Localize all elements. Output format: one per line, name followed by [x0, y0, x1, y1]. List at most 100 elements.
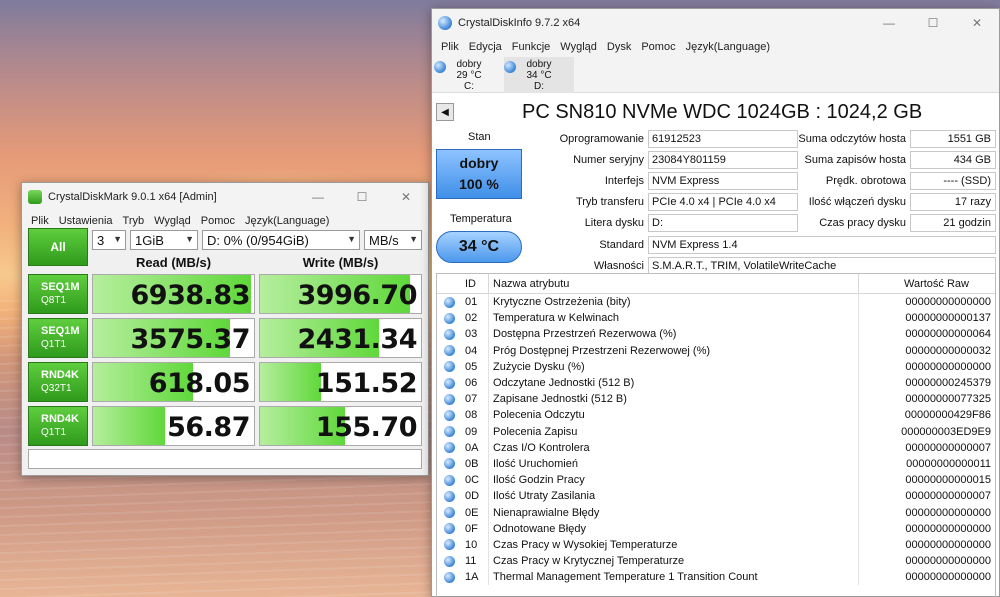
- maximize-icon[interactable]: ☐: [340, 183, 384, 211]
- menu-plik[interactable]: Plik: [26, 215, 54, 227]
- previous-disk-button[interactable]: ◀: [436, 103, 454, 121]
- menu-edycja[interactable]: Edycja: [464, 41, 507, 53]
- drive-tabs: dobry 29 °C C: dobry 34 °C D:: [432, 57, 999, 93]
- maximize-icon[interactable]: ☐: [911, 9, 955, 37]
- status-dot-icon: [437, 377, 461, 389]
- attr-id: 03: [461, 326, 489, 343]
- menu-wyglad[interactable]: Wygląd: [555, 41, 602, 53]
- read-result: 56.87: [92, 406, 255, 446]
- menu-funkcje[interactable]: Funkcje: [507, 41, 556, 53]
- table-row[interactable]: 02 Temperatura w Kelwinach 00000000000137: [437, 310, 995, 327]
- write-result: 2431.34: [259, 318, 422, 358]
- count-select[interactable]: 3 ▼: [92, 230, 126, 250]
- size-select[interactable]: 1GiB ▼: [130, 230, 198, 250]
- menu-tryb[interactable]: Tryb: [118, 215, 150, 227]
- unit-select[interactable]: MB/s ▼: [364, 230, 422, 250]
- drive-letter: C:: [464, 81, 474, 92]
- attr-raw: 00000000000000: [905, 538, 991, 551]
- test-label-2: Q32T1: [41, 383, 72, 394]
- close-icon[interactable]: ✕: [955, 9, 999, 37]
- attr-name: Temperatura w Kelwinach: [489, 310, 859, 327]
- health-status: dobry: [459, 155, 499, 171]
- cdm-titlebar[interactable]: CrystalDiskMark 9.0.1 x64 [Admin] — ☐ ✕: [22, 183, 428, 211]
- table-row[interactable]: 05 Zużycie Dysku (%) 00000000000000: [437, 358, 995, 375]
- table-row[interactable]: 0D Ilość Utraty Zasilania 00000000000007: [437, 488, 995, 505]
- read-header: Read (MB/s): [135, 255, 212, 270]
- close-icon[interactable]: ✕: [384, 183, 428, 211]
- drive-status-icon: [434, 61, 446, 73]
- triangle-left-icon: ◀: [441, 106, 449, 118]
- health-status-button[interactable]: dobry 100 %: [436, 149, 522, 199]
- table-row[interactable]: 04 Próg Dostępnej Przestrzeni Rezerwowej …: [437, 342, 995, 359]
- attr-name: Odnotowane Błędy: [489, 520, 859, 537]
- info-label: Tryb transferu: [575, 196, 644, 208]
- attr-id: 0A: [461, 439, 489, 456]
- write-value: 2431.34: [297, 324, 418, 355]
- table-row[interactable]: 0E Nienaprawialne Błędy 00000000000000: [437, 504, 995, 521]
- read-bar: [93, 407, 166, 445]
- test-button-seq1m-q8t1[interactable]: SEQ1M Q8T1: [28, 274, 88, 314]
- info-label: Numer seryjny: [573, 154, 644, 166]
- attr-name: Próg Dostępnej Przestrzeni Rezerwowej (%…: [489, 342, 859, 359]
- table-row[interactable]: 1A Thermal Management Temperature 1 Trans…: [437, 569, 995, 586]
- table-row[interactable]: 0B Ilość Uruchomień 00000000000011: [437, 455, 995, 473]
- cdm-app-icon: [28, 190, 42, 204]
- test-button-rnd4k-q32t1[interactable]: RND4K Q32T1: [28, 362, 88, 402]
- status-dot-icon: [437, 539, 461, 551]
- column-id[interactable]: ID: [461, 274, 489, 293]
- crystaldiskmark-window: CrystalDiskMark 9.0.1 x64 [Admin] — ☐ ✕ …: [21, 182, 429, 476]
- minimize-icon[interactable]: —: [867, 9, 911, 37]
- crystaldiskinfo-window: CrystalDiskInfo 9.7.2 x64 — ☐ ✕ Plik Edy…: [431, 8, 1000, 597]
- attr-raw: 00000000000032: [905, 344, 991, 357]
- table-row[interactable]: 08 Polecenia Odczytu 00000000429F86: [437, 407, 995, 424]
- write-result: 3996.70: [259, 274, 422, 314]
- menu-ustawienia[interactable]: Ustawienia: [54, 215, 118, 227]
- column-name[interactable]: Nazwa atrybutu: [489, 274, 859, 293]
- table-row[interactable]: 07 Zapisane Jednostki (512 B) 000000000773…: [437, 391, 995, 408]
- table-row[interactable]: 03 Dostępna Przestrzeń Rezerwowa (%) 00000…: [437, 326, 995, 343]
- table-row[interactable]: 0F Odnotowane Błędy 00000000000000: [437, 520, 995, 537]
- attr-raw: 00000000000015: [905, 474, 991, 487]
- comment-field[interactable]: [28, 449, 422, 469]
- menu-wyglad[interactable]: Wygląd: [149, 215, 196, 227]
- test-label-2: Q1T1: [41, 427, 67, 438]
- temperature-label: Temperatura: [450, 213, 512, 225]
- drive-tab-d[interactable]: dobry 34 °C D:: [504, 57, 574, 93]
- attr-name: Odczytane Jednostki (512 B): [489, 374, 859, 392]
- drive-temp: 34 °C: [526, 70, 552, 81]
- table-row[interactable]: 0A Czas I/O Kontrolera 00000000000007: [437, 439, 995, 456]
- column-raw[interactable]: Wartość Raw: [859, 278, 995, 290]
- attr-raw: 000000003ED9E9: [901, 425, 991, 438]
- minimize-icon[interactable]: —: [296, 183, 340, 211]
- attr-raw: 00000000000000: [905, 571, 991, 584]
- drive-value: D: 0% (0/954GiB): [207, 232, 309, 248]
- all-button[interactable]: All: [28, 228, 88, 266]
- attr-name: Krytyczne Ostrzeżenia (bity): [489, 294, 859, 311]
- test-button-seq1m-q1t1[interactable]: SEQ1M Q1T1: [28, 318, 88, 358]
- table-row[interactable]: 11 Czas Pracy w Krytycznej Temperaturze 00…: [437, 553, 995, 570]
- drive-tab-c[interactable]: dobry 29 °C C:: [434, 57, 504, 93]
- table-row[interactable]: 01 Krytyczne Ostrzeżenia (bity) 0000000000…: [437, 294, 995, 311]
- menu-language[interactable]: Język(Language): [240, 215, 334, 227]
- menu-pomoc[interactable]: Pomoc: [196, 215, 240, 227]
- smart-attribute-table[interactable]: ID Nazwa atrybutu Wartość Raw 01 Krytyczn…: [436, 273, 996, 597]
- test-label-2: Q8T1: [41, 295, 67, 306]
- cdm-title: CrystalDiskMark 9.0.1 x64 [Admin]: [48, 191, 217, 203]
- menu-pomoc[interactable]: Pomoc: [636, 41, 680, 53]
- write-bar: [260, 363, 322, 401]
- table-row[interactable]: 10 Czas Pracy w Wysokiej Temperaturze 0000…: [437, 536, 995, 553]
- test-label-1: RND4K: [41, 369, 79, 381]
- test-button-rnd4k-q1t1[interactable]: RND4K Q1T1: [28, 406, 88, 446]
- status-dot-icon: [437, 507, 461, 519]
- table-row[interactable]: 0C Ilość Godzin Pracy 00000000000015: [437, 472, 995, 489]
- table-row[interactable]: 09 Polecenia Zapisu 000000003ED9E9: [437, 423, 995, 440]
- cdi-titlebar[interactable]: CrystalDiskInfo 9.7.2 x64 — ☐ ✕: [432, 9, 999, 37]
- chevron-down-icon: ▼: [113, 234, 122, 244]
- drive-select[interactable]: D: 0% (0/954GiB) ▼: [202, 230, 360, 250]
- table-row[interactable]: 06 Odczytane Jednostki (512 B) 00000000245…: [437, 374, 995, 392]
- attr-name: Polecenia Zapisu: [489, 423, 859, 440]
- info-label: Prędk. obrotowa: [825, 175, 906, 187]
- menu-dysk[interactable]: Dysk: [602, 41, 636, 53]
- menu-language[interactable]: Język(Language): [681, 41, 775, 53]
- menu-plik[interactable]: Plik: [436, 41, 464, 53]
